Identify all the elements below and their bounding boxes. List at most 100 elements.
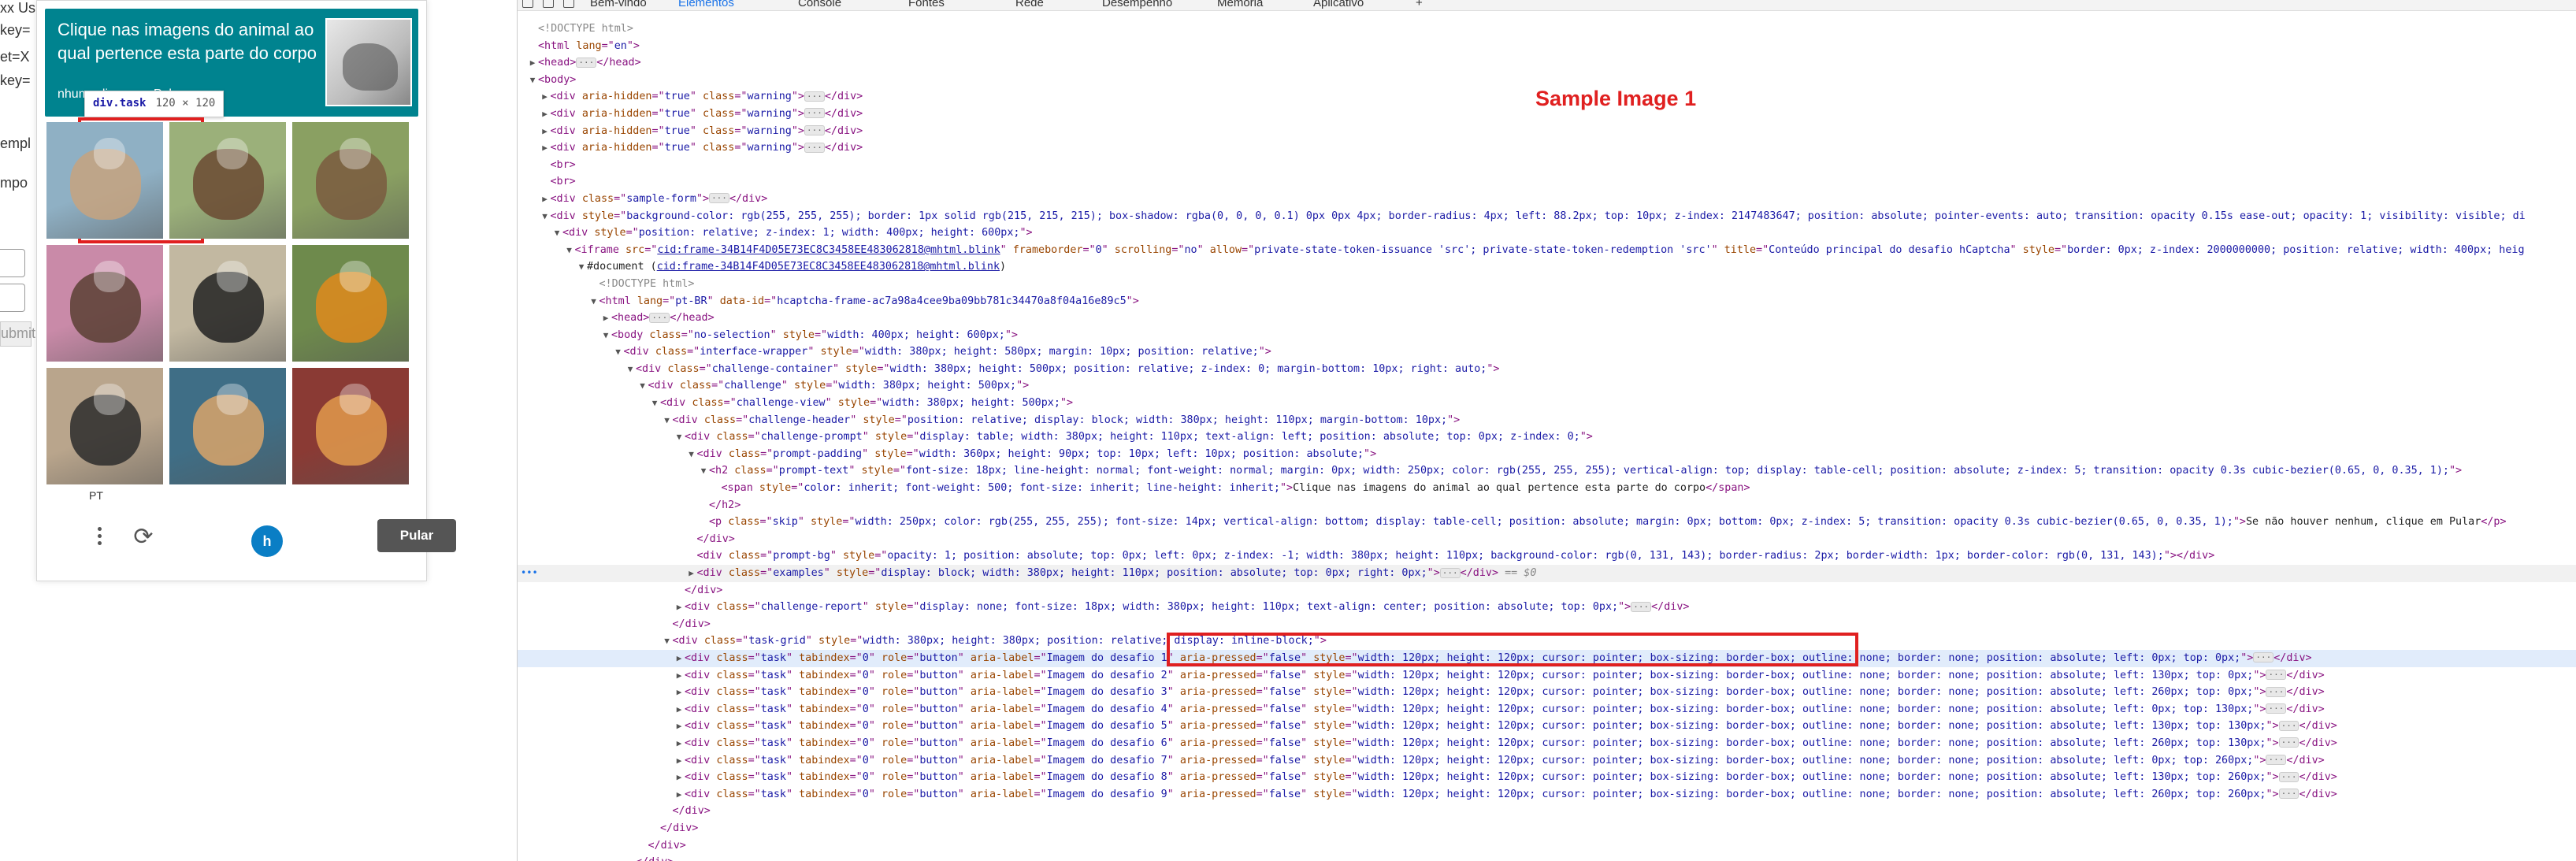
expand-triangle-icon[interactable]: ▶	[540, 123, 551, 140]
expand-triangle-icon[interactable]: ▶	[674, 718, 685, 735]
tab-elements[interactable]: Elementos	[678, 0, 734, 10]
dom-node-line[interactable]: </div>	[518, 803, 2576, 820]
expand-triangle-icon[interactable]: ▶	[674, 650, 685, 667]
dom-node-line[interactable]: ▶ <head> ··· </head>	[518, 54, 2576, 72]
page-submit-button[interactable]: ubmit	[0, 321, 35, 347]
dom-node-line[interactable]: <!DOCTYPE html>	[518, 276, 2576, 293]
ellipsis-icon[interactable]: ···	[2253, 652, 2274, 663]
dom-node-line[interactable]: ▶ <div class="task" tabindex="0" role="bu…	[518, 769, 2576, 786]
dom-node-line[interactable]: </div>	[518, 820, 2576, 837]
add-tab-button[interactable]: +	[1416, 0, 1423, 9]
dom-node-line[interactable]: ▼ <div class="challenge-prompt" style="di…	[518, 429, 2576, 446]
collapse-triangle-icon[interactable]: ▼	[662, 633, 673, 650]
expand-triangle-icon[interactable]: ▶	[674, 752, 685, 770]
dom-node-line[interactable]: </div>	[518, 837, 2576, 855]
ellipsis-icon[interactable]: ···	[804, 91, 825, 102]
ellipsis-icon[interactable]: ···	[2266, 670, 2287, 681]
collapse-triangle-icon[interactable]: ▼	[551, 225, 562, 242]
expand-triangle-icon[interactable]: ▶	[674, 684, 685, 701]
collapse-triangle-icon[interactable]: ▼	[613, 343, 624, 361]
task-image-5[interactable]	[169, 245, 286, 362]
expand-triangle-icon[interactable]: ▶	[600, 310, 611, 327]
expand-triangle-icon[interactable]: ▶	[540, 139, 551, 157]
ellipsis-icon[interactable]: ···	[2278, 771, 2299, 782]
dom-node-line[interactable]: ▶ <div class="examples" style="display: b…	[518, 565, 2576, 582]
device-toolbar-icon[interactable]	[543, 0, 554, 8]
dom-node-line[interactable]: <!DOCTYPE html>	[518, 20, 2576, 38]
expand-triangle-icon[interactable]: ▶	[674, 786, 685, 803]
more-menu-icon[interactable]	[89, 524, 109, 552]
inspect-element-icon[interactable]	[522, 0, 533, 8]
task-image-4[interactable]	[46, 245, 163, 362]
dom-node-line[interactable]: ▼ <div class="challenge" style="width: 38…	[518, 377, 2576, 395]
expand-triangle-icon[interactable]: ▶	[674, 599, 685, 616]
collapse-triangle-icon[interactable]: ▼	[625, 361, 636, 378]
dom-node-line[interactable]: ▼ <div class="prompt-padding" style="widt…	[518, 446, 2576, 463]
ellipsis-icon[interactable]: ···	[804, 142, 825, 153]
page-input-field[interactable]	[0, 284, 25, 312]
dom-node-line[interactable]: ▶ <div class="task" tabindex="0" role="bu…	[518, 701, 2576, 718]
ellipsis-icon[interactable]: ···	[2278, 789, 2299, 800]
collapse-triangle-icon[interactable]: ▼	[600, 327, 611, 344]
expand-triangle-icon[interactable]: ▶	[674, 667, 685, 685]
dom-node-line[interactable]: <br>	[518, 173, 2576, 191]
dom-node-line[interactable]: <html lang="en">	[518, 38, 2576, 55]
dom-node-line[interactable]: </div>	[518, 531, 2576, 548]
dom-node-line[interactable]: ▼ #document (cid:frame-34B14F4D05E73EC8C3…	[518, 258, 2576, 276]
dom-node-line[interactable]: ▶ <div class="task" tabindex="0" role="bu…	[518, 667, 2576, 685]
ellipsis-icon[interactable]: ···	[804, 125, 825, 136]
ellipsis-icon[interactable]: ···	[1439, 567, 1461, 578]
dom-node-line[interactable]: ▶ <div class="task" tabindex="0" role="bu…	[518, 735, 2576, 752]
dom-node-line[interactable]: </div>	[518, 582, 2576, 599]
collapse-triangle-icon[interactable]: ▼	[540, 208, 551, 225]
dom-node-line[interactable]: </div>	[518, 616, 2576, 633]
expand-triangle-icon[interactable]: ▶	[674, 769, 685, 786]
task-image-6[interactable]	[292, 245, 409, 362]
dom-node-line[interactable]: ▶ <div class="task" tabindex="0" role="bu…	[518, 684, 2576, 701]
gutter-ellipsis-icon[interactable]: •••	[521, 565, 538, 582]
collapse-triangle-icon[interactable]: ▼	[637, 377, 648, 395]
collapse-triangle-icon[interactable]: ▼	[698, 462, 709, 480]
ellipsis-icon[interactable]: ···	[2266, 755, 2287, 766]
ellipsis-icon[interactable]: ···	[649, 312, 670, 323]
collapse-triangle-icon[interactable]: ▼	[662, 412, 673, 429]
collapse-triangle-icon[interactable]: ▼	[686, 446, 697, 463]
collapse-triangle-icon[interactable]: ▼	[674, 429, 685, 446]
expand-triangle-icon[interactable]: ▶	[527, 54, 538, 72]
dom-link[interactable]: cid:frame-34B14F4D05E73EC8C3458EE4830628…	[657, 261, 1000, 273]
dom-node-line[interactable]: ▶ <head> ··· </head>	[518, 310, 2576, 327]
dom-node-line[interactable]: </h2>	[518, 497, 2576, 514]
dom-node-line[interactable]: <span style="color: inherit; font-weight…	[518, 480, 2576, 497]
dom-node-line[interactable]: <div class="prompt-bg" style="opacity: 1…	[518, 547, 2576, 565]
skip-button[interactable]: Pular	[377, 519, 456, 552]
dom-node-line[interactable]: ▶ <div class="sample-form"> ··· </div>	[518, 191, 2576, 208]
dom-node-line[interactable]: ▼ <div class="challenge-header" style="po…	[518, 412, 2576, 429]
expand-triangle-icon[interactable]: ▶	[540, 88, 551, 106]
collapse-triangle-icon[interactable]: ▼	[649, 395, 660, 412]
expand-triangle-icon[interactable]: ▶	[674, 735, 685, 752]
tab-performance[interactable]: Desempenho	[1102, 0, 1172, 9]
expand-triangle-icon[interactable]: ▶	[674, 701, 685, 718]
dom-node-line[interactable]: ▼ <iframe src="cid:frame-34B14F4D05E73EC8…	[518, 242, 2576, 259]
task-image-1[interactable]	[46, 122, 163, 239]
task-image-7[interactable]	[46, 368, 163, 484]
dom-node-line[interactable]: ▶ <div class="task" tabindex="0" role="bu…	[518, 718, 2576, 735]
dom-node-line[interactable]: ▶ <div class="challenge-report" style="di…	[518, 599, 2576, 616]
task-image-8[interactable]	[169, 368, 286, 484]
dom-link[interactable]: cid:frame-34B14F4D05E73EC8C3458EE4830628…	[657, 244, 1000, 256]
task-image-2[interactable]	[169, 122, 286, 239]
expand-triangle-icon[interactable]: ▶	[686, 565, 697, 582]
collapse-triangle-icon[interactable]: ▼	[576, 258, 587, 276]
dom-node-line[interactable]: </div>	[518, 854, 2576, 861]
dom-node-line[interactable]: ▼ <html lang="pt-BR" data-id="hcaptcha-fr…	[518, 293, 2576, 310]
task-image-9[interactable]	[292, 368, 409, 484]
refresh-icon[interactable]: ⟳	[130, 524, 157, 551]
expand-triangle-icon[interactable]: ▶	[540, 191, 551, 208]
hcaptcha-logo-icon[interactable]: h	[251, 525, 283, 557]
ellipsis-icon[interactable]: ···	[2266, 703, 2287, 714]
dom-node-line[interactable]: ▶ <div aria-hidden="true" class="warning"…	[518, 139, 2576, 157]
ellipsis-icon[interactable]: ···	[1631, 601, 1652, 612]
ellipsis-icon[interactable]: ···	[804, 108, 825, 119]
collapse-triangle-icon[interactable]: ▼	[527, 72, 538, 89]
tab-welcome[interactable]: Bem-vindo	[590, 0, 647, 9]
